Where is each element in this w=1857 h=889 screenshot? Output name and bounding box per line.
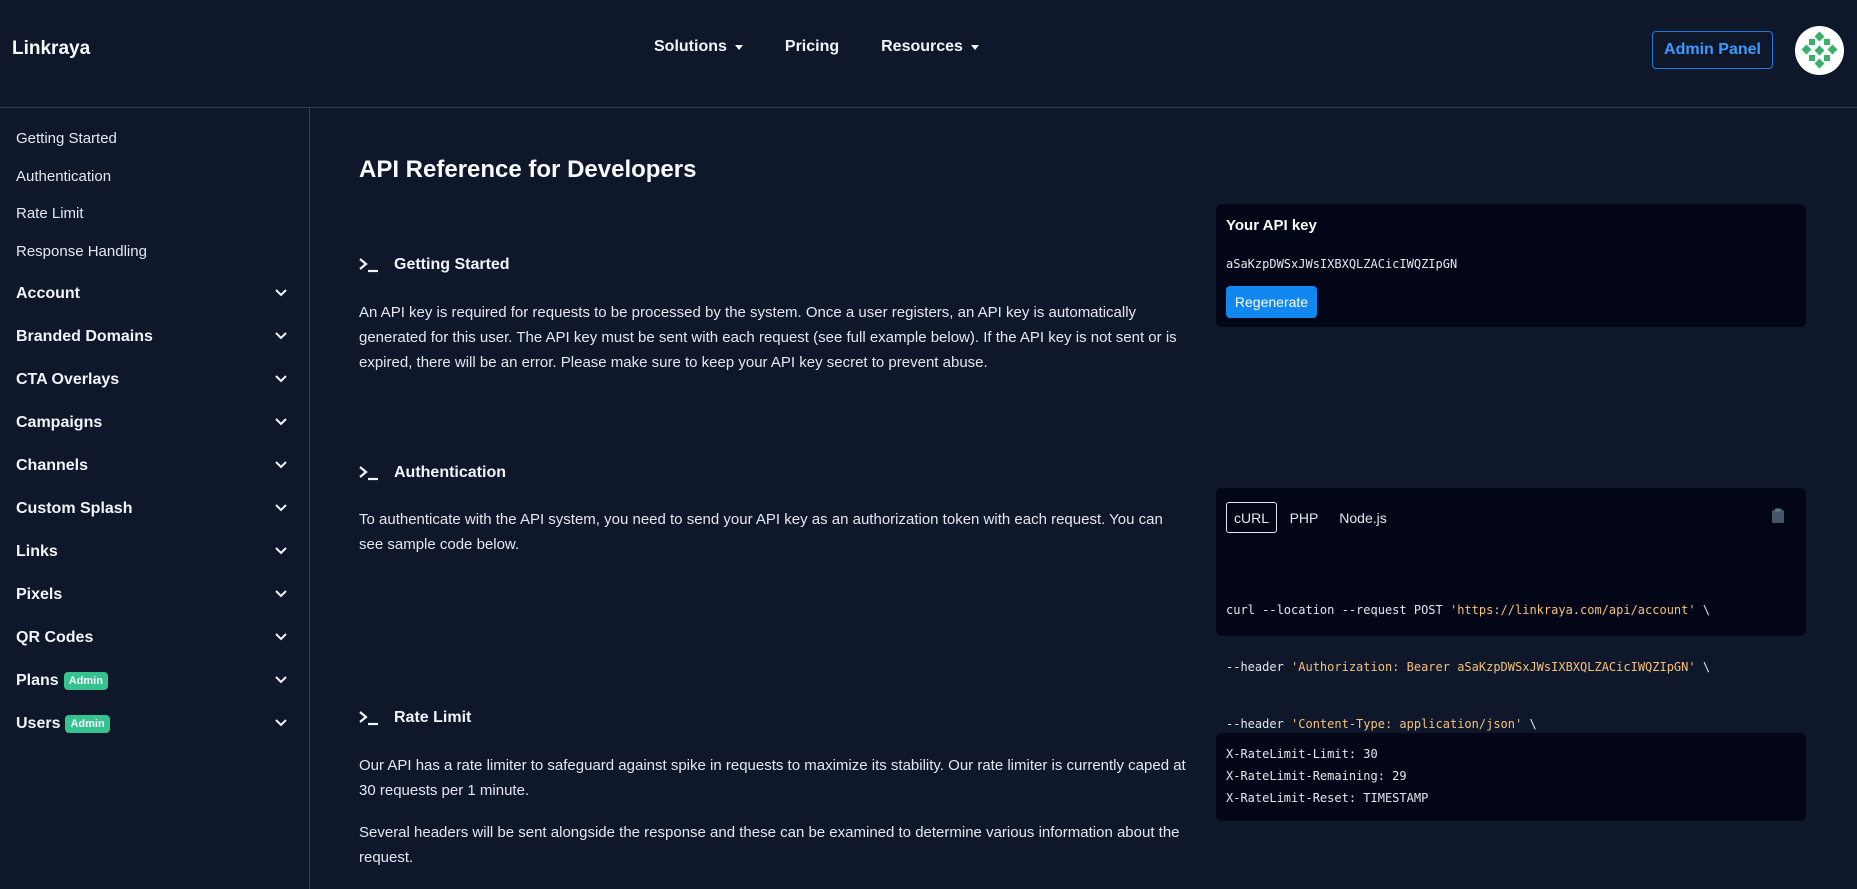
sidebar-group-label: Plans	[16, 672, 59, 689]
section-heading-label: Getting Started	[394, 256, 510, 273]
chevron-down-icon	[275, 332, 287, 340]
sidebar-link-getting-started[interactable]: Getting Started	[16, 130, 117, 147]
sidebar-group-label: Users	[16, 715, 61, 732]
sidebar-group-qr-codes[interactable]: QR Codes	[16, 626, 292, 650]
nav-solutions[interactable]: Solutions	[654, 38, 743, 56]
section-heading-label: Authentication	[394, 464, 506, 481]
chevron-down-icon	[275, 461, 287, 469]
code-sample-card: cURL PHP Node.js curl --location --reque…	[1216, 488, 1806, 731]
code-line: curl --location --request POST 'https://…	[1226, 601, 1710, 620]
sidebar-group-users[interactable]: Users Admin	[16, 712, 292, 736]
sidebar-group-label: Links	[16, 543, 58, 560]
tab-php[interactable]: PHP	[1283, 502, 1325, 533]
nav-pricing-label: Pricing	[784, 38, 840, 55]
sidebar-group-label: Channels	[16, 457, 89, 474]
brand-logo[interactable]: Linkraya	[12, 38, 90, 60]
sidebar-group-links[interactable]: Links	[16, 540, 292, 564]
api-key-card: Your API key aSaKzpDWSxJWsIXBXQLZACicIWQ…	[1216, 204, 1806, 327]
terminal-icon	[359, 466, 378, 481]
rate-limit-code: X-RateLimit-Limit: 30 X-RateLimit-Remain…	[1226, 743, 1428, 809]
sidebar-link-response-handling[interactable]: Response Handling	[16, 243, 147, 260]
nav-resources[interactable]: Resources	[881, 38, 979, 56]
code-token: --header	[1226, 660, 1292, 674]
authentication-text: To authenticate with the API system, you…	[359, 511, 1163, 553]
chevron-down-icon	[275, 375, 287, 383]
chevron-down-icon	[275, 504, 287, 512]
terminal-icon	[359, 711, 378, 726]
sidebar-link-authentication[interactable]: Authentication	[16, 168, 111, 185]
sidebar-group-label: Pixels	[16, 586, 63, 603]
page-title: API Reference for Developers	[359, 156, 697, 183]
code-string: 'Authorization: Bearer aSaKzpDWSxJWsIXBX…	[1291, 660, 1696, 674]
sidebar-group-cta-overlays[interactable]: CTA Overlays	[16, 368, 292, 392]
section-heading-authentication: Authentication	[359, 464, 506, 482]
api-key-card-title: Your API key	[1226, 217, 1317, 234]
sidebar-group-label: Account	[16, 285, 80, 302]
chevron-down-icon	[275, 590, 287, 598]
sidebar-group-label: CTA Overlays	[16, 371, 120, 388]
avatar-pattern-icon	[1795, 26, 1844, 75]
code-line: X-RateLimit-Limit: 30	[1226, 747, 1378, 761]
sidebar-group-custom-splash[interactable]: Custom Splash	[16, 497, 292, 521]
code-token: \	[1695, 603, 1711, 617]
chevron-down-icon	[275, 547, 287, 555]
avatar[interactable]	[1795, 26, 1844, 75]
admin-badge: Admin	[65, 715, 110, 733]
code-token: \	[1522, 717, 1537, 731]
rate-limit-text-2: Several headers will be sent alongside t…	[359, 824, 1180, 866]
api-key-value[interactable]: aSaKzpDWSxJWsIXBXQLZACicIWQZIpGN	[1226, 257, 1457, 271]
caret-down-icon	[970, 44, 979, 50]
main-content: API Reference for Developers Getting Sta…	[311, 108, 1857, 889]
sidebar-link-rate-limit[interactable]: Rate Limit	[16, 205, 84, 222]
rate-limit-headers-card: X-RateLimit-Limit: 30 X-RateLimit-Remain…	[1216, 733, 1806, 821]
tab-nodejs[interactable]: Node.js	[1331, 502, 1395, 533]
nav-solutions-label: Solutions	[654, 38, 727, 55]
code-token: curl --location --request POST	[1226, 603, 1450, 617]
top-navbar: Linkraya Solutions Pricing Resources Adm…	[0, 0, 1857, 108]
code-line: X-RateLimit-Reset: TIMESTAMP	[1226, 791, 1429, 805]
sidebar-group-label: Campaigns	[16, 414, 103, 431]
section-heading-rate-limit: Rate Limit	[359, 709, 471, 727]
main-nav: Solutions Pricing Resources	[654, 38, 1021, 56]
sidebar-group-channels[interactable]: Channels	[16, 454, 292, 478]
sidebar-group-label: Branded Domains	[16, 328, 153, 345]
sidebar-group-branded-domains[interactable]: Branded Domains	[16, 325, 292, 349]
admin-badge: Admin	[63, 672, 108, 690]
nav-resources-label: Resources	[881, 38, 963, 55]
chevron-down-icon	[275, 289, 287, 297]
getting-started-text: An API key is required for requests to b…	[359, 304, 1177, 371]
tab-curl[interactable]: cURL	[1226, 502, 1277, 533]
code-token: --header	[1226, 717, 1292, 731]
caret-down-icon	[734, 44, 743, 50]
code-line: --header 'Authorization: Bearer aSaKzpDW…	[1226, 658, 1710, 677]
nav-pricing[interactable]: Pricing	[785, 38, 839, 56]
sidebar-group-pixels[interactable]: Pixels	[16, 583, 292, 607]
code-token: \	[1695, 660, 1711, 674]
clipboard-icon[interactable]	[1771, 508, 1785, 524]
sidebar-group-campaigns[interactable]: Campaigns	[16, 411, 292, 435]
sidebar-group-account[interactable]: Account	[16, 282, 292, 306]
terminal-icon	[359, 258, 378, 273]
sidebar-group-label: Custom Splash	[16, 500, 133, 517]
sidebar: Getting Started Authentication Rate Limi…	[0, 108, 310, 889]
chevron-down-icon	[275, 418, 287, 426]
code-string: 'Content-Type: application/json'	[1291, 717, 1523, 731]
regenerate-button[interactable]: Regenerate	[1226, 286, 1317, 318]
admin-panel-button[interactable]: Admin Panel	[1652, 31, 1773, 69]
sidebar-group-plans[interactable]: Plans Admin	[16, 669, 292, 693]
code-line: X-RateLimit-Remaining: 29	[1226, 769, 1407, 783]
code-string: 'https://linkraya.com/api/account'	[1449, 603, 1696, 617]
chevron-down-icon	[275, 719, 287, 727]
section-heading-getting-started: Getting Started	[359, 256, 510, 274]
rate-limit-text-1: Our API has a rate limiter to safeguard …	[359, 757, 1186, 799]
section-heading-label: Rate Limit	[394, 709, 472, 726]
chevron-down-icon	[275, 676, 287, 684]
chevron-down-icon	[275, 633, 287, 641]
sidebar-group-label: QR Codes	[16, 629, 94, 646]
code-line: --header 'Content-Type: application/json…	[1226, 715, 1710, 734]
